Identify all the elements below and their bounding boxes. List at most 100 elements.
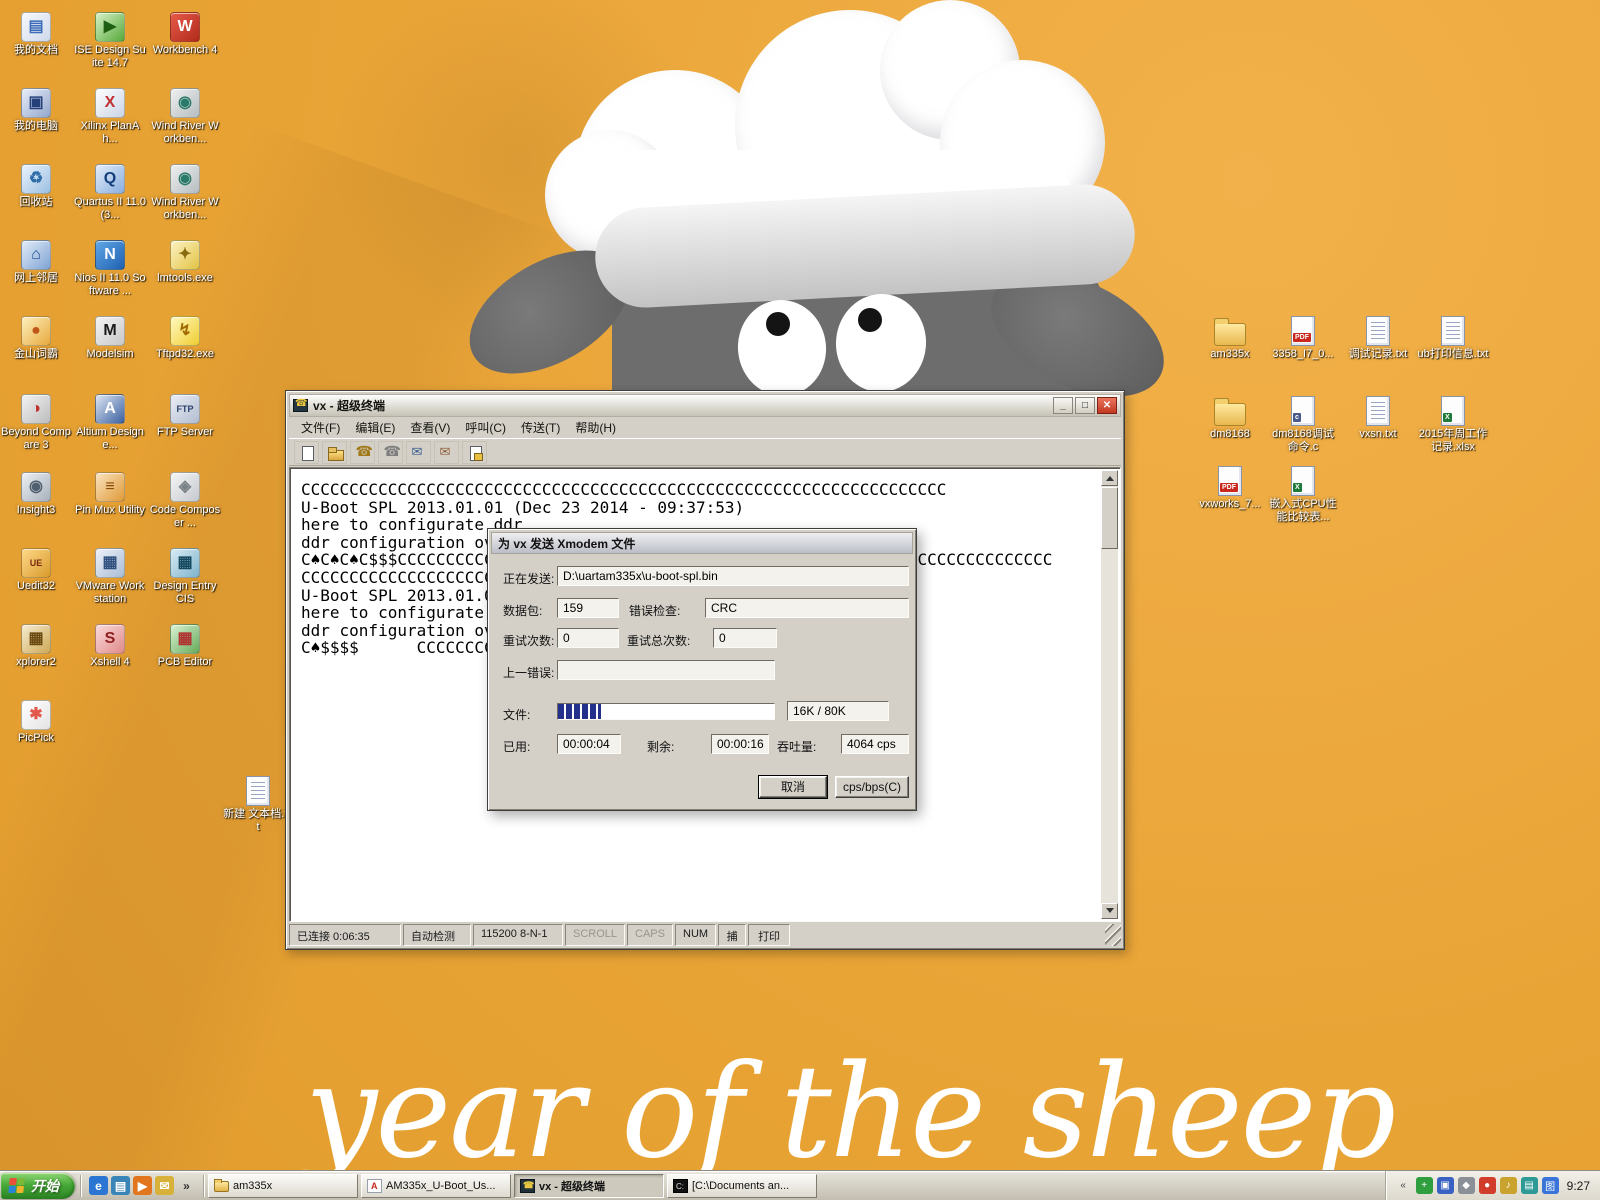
taskbar-task-uboot-pdf[interactable]: AM335x_U-Boot_Us... [361, 1173, 511, 1198]
elapsed-value: 00:00:04 [563, 737, 610, 751]
desktop-icon-quartus-ii[interactable]: Q Quartus II 11.0 (3... [74, 160, 146, 222]
desktop-icon-tftpd32[interactable]: ↯ Tftpd32.exe [149, 312, 221, 361]
start-button[interactable]: 开始 [1, 1172, 75, 1199]
desktop-icon-label: vxsn.txt [1359, 428, 1397, 440]
taskbar-task-hyperterminal[interactable]: vx - 超级终端 [514, 1173, 664, 1198]
desktop-icon-powerword[interactable]: ● 金山词霸 [0, 312, 72, 361]
desktop-icon-xilinx-planahead[interactable]: X Xilinx PlanAh... [74, 84, 146, 146]
desktop-icon-pcb-editor[interactable]: ▦ PCB Editor [149, 620, 221, 669]
desktop-icon-dm8168-debug-cmd[interactable]: c dm8168调试命令.c [1267, 392, 1339, 454]
maximize-button[interactable]: □ [1075, 397, 1095, 414]
quicklaunch-media-player-icon[interactable]: ▶ [133, 1176, 152, 1195]
tray-display-icon[interactable]: ▣ [1436, 1177, 1454, 1194]
desktop-icon-workbench4[interactable]: W Workbench 4 [149, 8, 221, 57]
desktop-icon-cpu-compare-xls[interactable]: X 嵌入式CPU性能比较表... [1267, 462, 1339, 524]
desktop-icon-wind-river-workbench-1[interactable]: ◉ Wind River Workben... [149, 84, 221, 146]
packet-field: 159 [557, 598, 619, 618]
desktop-icon-insight3[interactable]: ◉ Insight3 [0, 468, 72, 517]
menu-transfer[interactable]: 传送(T) [514, 417, 567, 439]
menu-view[interactable]: 查看(V) [403, 417, 457, 439]
desktop-icon-xplorer2[interactable]: ▦ xplorer2 [0, 620, 72, 669]
taskbar-clock[interactable]: 9:27 [1567, 1179, 1590, 1193]
desktop-icon-network-places[interactable]: ⌂ 网上邻居 [0, 236, 72, 285]
desktop-icon-modelsim[interactable]: M Modelsim [74, 312, 146, 361]
tray-usb-icon[interactable]: ◆ [1457, 1177, 1475, 1194]
desktop-icon-label: Wind River Workben... [151, 196, 219, 221]
task-buttons: am335x AM335x_U-Boot_Us... vx - 超级终端 [C:\Do… [208, 1173, 817, 1198]
toolbar-send-button[interactable] [406, 441, 431, 464]
quicklaunch-overflow-chevron[interactable]: » [177, 1176, 196, 1195]
desktop-icon-vxsn-txt[interactable]: vxsn.txt [1342, 392, 1414, 441]
menu-help[interactable]: 帮助(H) [568, 417, 623, 439]
toolbar-properties-button[interactable] [462, 441, 487, 464]
toolbar-open-button[interactable] [322, 441, 347, 464]
desktop-icon-ftp-server[interactable]: FTP FTP Server [149, 390, 221, 439]
quicklaunch-ie-icon[interactable]: e [89, 1176, 108, 1195]
desktop-icon-debug-record-txt[interactable]: 调试记录.txt [1342, 312, 1414, 361]
desktop-icon-pin-mux-utility[interactable]: ≡ Pin Mux Utility [74, 468, 146, 517]
desktop-icon-wind-river-workbench-2[interactable]: ◉ Wind River Workben... [149, 160, 221, 222]
desktop-icon-altium-designer[interactable]: A Altium Designe... [74, 390, 146, 452]
quicklaunch-outlook-icon[interactable]: ✉ [155, 1176, 174, 1195]
workbench4-icon: W [149, 8, 221, 42]
desktop-icon-uedit32[interactable]: UE Uedit32 [0, 544, 72, 593]
scrollbar-thumb[interactable] [1101, 487, 1118, 549]
desktop-icon-lmtools[interactable]: ✦ lmtools.exe [149, 236, 221, 285]
desktop-icon-my-computer[interactable]: ▣ 我的电脑 [0, 84, 72, 133]
wind-river-workbench-2-icon: ◉ [149, 160, 221, 194]
scroll-down-arrow-icon[interactable] [1101, 903, 1118, 919]
desktop-icon-dm8168-folder[interactable]: dm8168 [1194, 392, 1266, 441]
tray-antivirus-icon[interactable]: + [1415, 1177, 1433, 1194]
toolbar-call-button[interactable] [350, 441, 375, 464]
menu-edit[interactable]: 编辑(E) [348, 417, 402, 439]
toolbar-receive-button[interactable] [434, 441, 459, 464]
desktop-icon-beyond-compare[interactable]: ◑ Beyond Compare 3 [0, 390, 72, 452]
menu-file[interactable]: 文件(F) [294, 417, 347, 439]
vertical-scrollbar[interactable] [1101, 470, 1118, 919]
desktop-icon-label: Xshell 4 [90, 656, 130, 668]
dialog-titlebar[interactable]: 为 vx 发送 Xmodem 文件 [491, 532, 913, 554]
tray-ime-icon[interactable]: 图 [1541, 1177, 1559, 1194]
tray-expand-icon[interactable]: « [1395, 1177, 1412, 1194]
design-entry-cis-icon: ▦ [149, 544, 221, 578]
desktop-icon-my-documents[interactable]: ▤ 我的文档 [0, 8, 72, 57]
desktop-icon-new-text-doc[interactable]: 新建 文本档.txt [222, 772, 294, 834]
desktop-icon-design-entry-cis[interactable]: ▦ Design Entry CIS [149, 544, 221, 606]
console-icon [673, 1178, 688, 1193]
tray-network-icon[interactable]: ▤ [1520, 1177, 1538, 1194]
desktop-icon-pdf-3358[interactable]: PDF 3358_I7_0... [1267, 312, 1339, 361]
hyperterminal-icon [293, 398, 308, 412]
desktop-icon-code-composer[interactable]: ◈ Code Composer ... [149, 468, 221, 530]
desktop-icon-work-record-xlsx[interactable]: X 2015年周工作记录.xlsx [1417, 392, 1489, 454]
tray-volume-icon[interactable]: ♪ [1499, 1177, 1517, 1194]
desktop-icon-vxworks-pdf[interactable]: PDF vxworks_7... [1194, 462, 1266, 511]
tray-alarm-icon[interactable]: ● [1478, 1177, 1496, 1194]
minimize-button[interactable]: _ [1053, 397, 1073, 414]
desktop-icon-nios-ii[interactable]: N Nios II 11.0 Software ... [74, 236, 146, 298]
menu-call[interactable]: 呼叫(C) [458, 417, 513, 439]
dm8168-debug-cmd-icon: c [1267, 392, 1339, 426]
desktop-icon-recycle-bin[interactable]: ♻ 回收站 [0, 160, 72, 209]
desktop-icon-xshell4[interactable]: S Xshell 4 [74, 620, 146, 669]
desktop-icon-am335x-folder[interactable]: am335x [1194, 312, 1266, 361]
scroll-up-arrow-icon[interactable] [1101, 470, 1118, 486]
taskbar-divider [203, 1174, 205, 1197]
powerword-icon: ● [0, 312, 72, 346]
desktop-icon-vmware-workstation[interactable]: ▦ VMware Workstation [74, 544, 146, 606]
quicklaunch-show-desktop-icon[interactable]: ▤ [111, 1176, 130, 1195]
toolbar-new-connection-button[interactable] [294, 441, 319, 464]
taskbar-task-command-prompt[interactable]: [C:\Documents an... [667, 1173, 817, 1198]
toolbar-hangup-button[interactable] [378, 441, 403, 464]
desktop-icon-ise-design-suite[interactable]: ▶ ISE Design Suite 14.7 [74, 8, 146, 70]
cps-bps-button[interactable]: cps/bps(C) [835, 776, 909, 798]
desktop-icon-label: 嵌入式CPU性能比较表... [1269, 498, 1337, 523]
desktop-icon-picpick[interactable]: ✱ PicPick [0, 696, 72, 745]
close-button[interactable]: ✕ [1097, 397, 1117, 414]
window-titlebar[interactable]: vx - 超级终端 _□✕ [289, 394, 1121, 417]
window-title: vx - 超级终端 [313, 399, 386, 413]
taskbar-task-am335x[interactable]: am335x [208, 1173, 358, 1198]
resize-grip[interactable] [1105, 924, 1121, 946]
desktop-icon-ub-print-info-txt[interactable]: ub打印信息.txt [1417, 312, 1489, 361]
status-panel: SCROLL [565, 924, 626, 946]
cancel-button[interactable]: 取消 [758, 775, 828, 799]
